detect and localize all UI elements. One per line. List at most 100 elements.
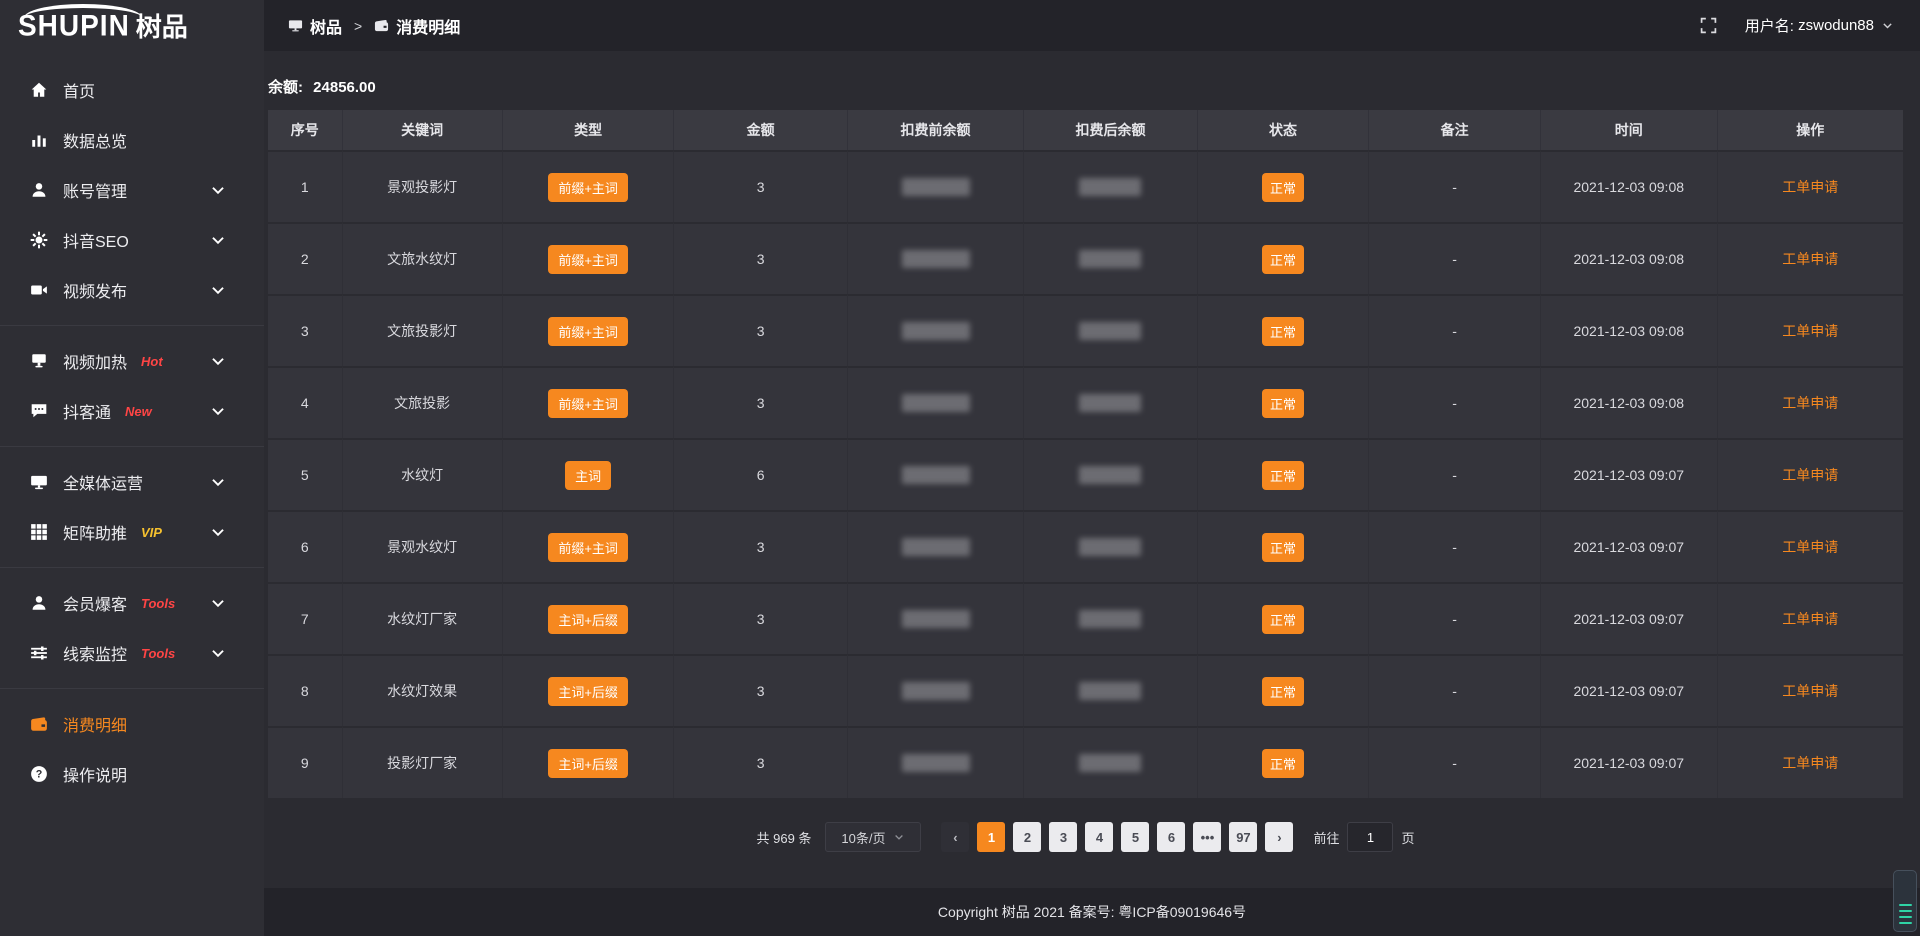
chevron-down-icon	[209, 181, 227, 199]
type-badge: 主词+后缀	[548, 605, 628, 634]
type-badge: 前缀+主词	[548, 245, 628, 274]
sidebar-item-douyin-seo[interactable]: 抖音SEO	[0, 215, 264, 265]
column-header: 状态	[1197, 110, 1369, 150]
work-order-link[interactable]: 工单申请	[1782, 395, 1838, 411]
page-button-97[interactable]: 97	[1229, 822, 1257, 852]
cell-status: 正常	[1197, 294, 1369, 366]
sidebar-item-label: 视频发布	[63, 278, 127, 302]
cell-index: 6	[268, 510, 342, 582]
breadcrumb-item-current: 消费明细	[374, 14, 460, 38]
sidebar-item-consume-detail[interactable]: 消费明细	[0, 699, 264, 749]
sidebar-item-data-overview[interactable]: 数据总览	[0, 115, 264, 165]
cell-amount: 6	[673, 438, 846, 510]
total-count: 共 969 条	[757, 828, 812, 847]
cell-balance-before	[847, 438, 1024, 510]
page-button-1[interactable]: 1	[977, 822, 1005, 852]
grid-icon	[30, 523, 48, 541]
user-name: zswodun88	[1798, 17, 1874, 34]
home-icon	[30, 81, 48, 99]
cell-balance-before	[847, 294, 1024, 366]
column-header: 时间	[1540, 110, 1717, 150]
cell-balance-before	[847, 150, 1024, 222]
sidebar-item-label: 消费明细	[63, 712, 127, 736]
prev-page-button[interactable]: ‹	[941, 822, 969, 852]
floating-widget[interactable]	[1893, 870, 1917, 932]
logo-text-en: SHUPIN	[18, 9, 130, 43]
sidebar-item-video-heat[interactable]: 视频加热Hot	[0, 336, 264, 386]
logo: SHUPIN 树品	[0, 0, 264, 51]
cell-time: 2021-12-03 09:07	[1540, 582, 1717, 654]
cell-time: 2021-12-03 09:08	[1540, 294, 1717, 366]
work-order-link[interactable]: 工单申请	[1782, 539, 1838, 555]
cell-remark: -	[1368, 294, 1540, 366]
page-button-3[interactable]: 3	[1049, 822, 1077, 852]
cell-index: 1	[268, 150, 342, 222]
goto-page-input[interactable]	[1347, 822, 1393, 852]
table-row: 9投影灯厂家主词+后缀3正常-2021-12-03 09:07工单申请	[268, 726, 1903, 798]
column-header: 扣费后余额	[1023, 110, 1196, 150]
ellipsis-button[interactable]: •••	[1193, 822, 1221, 852]
work-order-link[interactable]: 工单申请	[1782, 323, 1838, 339]
work-order-link[interactable]: 工单申请	[1782, 179, 1838, 195]
table-row: 8水纹灯效果主词+后缀3正常-2021-12-03 09:07工单申请	[268, 654, 1903, 726]
status-badge: 正常	[1262, 533, 1304, 562]
user-area: 用户名: zswodun88	[1700, 15, 1894, 36]
work-order-link[interactable]: 工单申请	[1782, 251, 1838, 267]
cell-action: 工单申请	[1717, 150, 1903, 222]
sidebar-item-help[interactable]: ?操作说明	[0, 749, 264, 799]
page-size-select[interactable]: 10条/页	[825, 822, 921, 852]
cell-action: 工单申请	[1717, 654, 1903, 726]
page-button-4[interactable]: 4	[1085, 822, 1113, 852]
chevron-down-icon	[209, 352, 227, 370]
sidebar-item-label: 线索监控	[63, 641, 127, 665]
cell-balance-before	[847, 726, 1024, 798]
cell-index: 2	[268, 222, 342, 294]
redacted-balance-before	[902, 250, 970, 268]
status-badge: 正常	[1262, 605, 1304, 634]
redacted-balance-before	[902, 754, 970, 772]
cell-action: 工单申请	[1717, 222, 1903, 294]
sidebar-item-video-publish[interactable]: 视频发布	[0, 265, 264, 315]
cell-time: 2021-12-03 09:07	[1540, 438, 1717, 510]
sidebar-item-media-operation[interactable]: 全媒体运营	[0, 457, 264, 507]
wallet-icon	[374, 18, 389, 33]
sidebar-item-home[interactable]: 首页	[0, 65, 264, 115]
chevron-down-icon	[209, 473, 227, 491]
cell-status: 正常	[1197, 654, 1369, 726]
cell-action: 工单申请	[1717, 294, 1903, 366]
work-order-link[interactable]: 工单申请	[1782, 755, 1838, 771]
next-page-button[interactable]: ›	[1265, 822, 1293, 852]
sidebar-item-member-baoke[interactable]: 会员爆客Tools	[0, 578, 264, 628]
redacted-balance-before	[902, 682, 970, 700]
user-dropdown[interactable]: 用户名: zswodun88	[1745, 15, 1894, 36]
cell-status: 正常	[1197, 726, 1369, 798]
work-order-link[interactable]: 工单申请	[1782, 683, 1838, 699]
sidebar-item-douketong[interactable]: 抖客通New	[0, 386, 264, 436]
page-button-5[interactable]: 5	[1121, 822, 1149, 852]
redacted-balance-before	[902, 466, 970, 484]
copyright-text: Copyright 树品 2021 备案号: 粤ICP备09019646号	[938, 902, 1246, 922]
cell-balance-before	[847, 366, 1024, 438]
redacted-balance-after	[1079, 250, 1141, 268]
monitor-icon	[30, 473, 48, 491]
sidebar-item-account-manage[interactable]: 账号管理	[0, 165, 264, 215]
cell-keyword: 投影灯厂家	[342, 726, 502, 798]
sliders-icon	[30, 644, 48, 662]
user-icon	[30, 181, 48, 199]
cell-type: 前缀+主词	[502, 294, 674, 366]
breadcrumb-item-root[interactable]: 树品	[288, 14, 342, 38]
fullscreen-icon[interactable]	[1700, 17, 1717, 34]
status-badge: 正常	[1262, 245, 1304, 274]
page-button-2[interactable]: 2	[1013, 822, 1041, 852]
cell-status: 正常	[1197, 222, 1369, 294]
cell-keyword: 文旅水纹灯	[342, 222, 502, 294]
work-order-link[interactable]: 工单申请	[1782, 467, 1838, 483]
cell-time: 2021-12-03 09:08	[1540, 150, 1717, 222]
status-badge: 正常	[1262, 461, 1304, 490]
sidebar-item-matrix-boost[interactable]: 矩阵助推VIP	[0, 507, 264, 557]
cell-amount: 3	[673, 510, 846, 582]
sidebar-item-clue-monitor[interactable]: 线索监控Tools	[0, 628, 264, 678]
work-order-link[interactable]: 工单申请	[1782, 611, 1838, 627]
page-button-6[interactable]: 6	[1157, 822, 1185, 852]
cell-remark: -	[1368, 366, 1540, 438]
